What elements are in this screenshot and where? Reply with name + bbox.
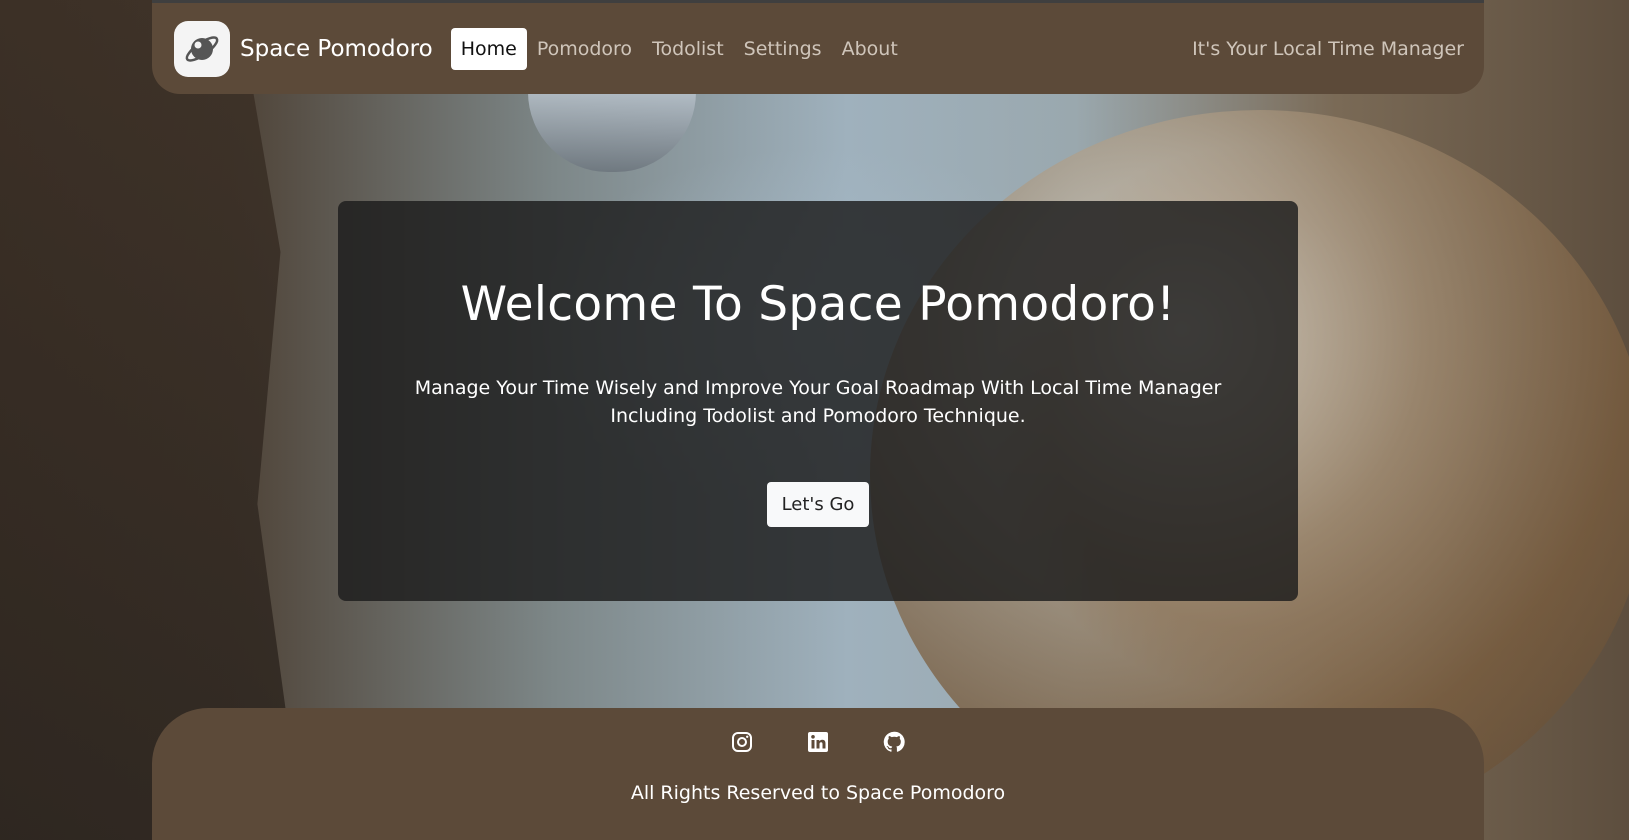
- nav-pomodoro[interactable]: Pomodoro: [527, 28, 642, 70]
- social-links: [152, 730, 1484, 754]
- instagram-icon[interactable]: [730, 730, 754, 754]
- nav-about[interactable]: About: [832, 28, 908, 70]
- hero-description-line2: Including Todolist and Pomodoro Techniqu…: [610, 405, 1026, 427]
- hero-title: Welcome To Space Pomodoro!: [460, 277, 1176, 332]
- nav-todolist[interactable]: Todolist: [642, 28, 734, 70]
- header-tagline: It's Your Local Time Manager: [1192, 37, 1464, 60]
- linkedin-icon[interactable]: [806, 730, 830, 754]
- navbar: Space Pomodoro Home Pomodoro Todolist Se…: [152, 0, 1484, 94]
- hero-description-line1: Manage Your Time Wisely and Improve Your…: [414, 377, 1222, 399]
- nav-settings[interactable]: Settings: [734, 28, 832, 70]
- github-icon[interactable]: [882, 730, 906, 754]
- hero-description: Manage Your Time Wisely and Improve Your…: [398, 374, 1238, 430]
- brand-name[interactable]: Space Pomodoro: [240, 36, 433, 62]
- footer: All Rights Reserved to Space Pomodoro: [152, 708, 1484, 840]
- footer-copyright: All Rights Reserved to Space Pomodoro: [630, 782, 1006, 804]
- nav-home[interactable]: Home: [450, 27, 527, 70]
- lets-go-button[interactable]: Let's Go: [766, 482, 870, 527]
- brand[interactable]: Space Pomodoro: [174, 20, 451, 77]
- planet-logo-icon[interactable]: [174, 20, 230, 77]
- hero-panel: Welcome To Space Pomodoro! Manage Your T…: [338, 201, 1298, 601]
- main-nav: Home Pomodoro Todolist Settings About: [450, 27, 908, 70]
